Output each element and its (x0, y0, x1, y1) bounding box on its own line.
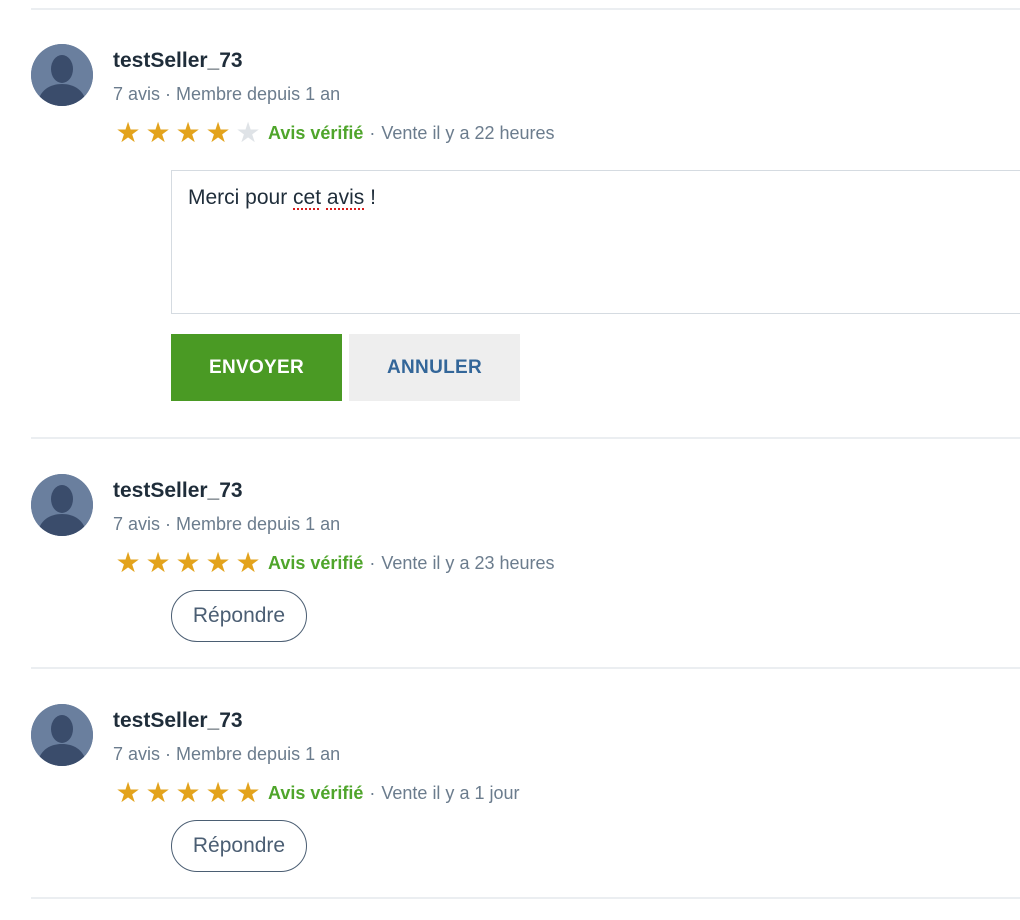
reply-text: Merci pour (188, 186, 294, 209)
star-icon: ★ (175, 546, 201, 579)
rating-row: ★ ★ ★ ★ ★ Avis vérifié · Vente il y a 1 … (113, 778, 519, 808)
reply-button[interactable]: Répondre (171, 820, 307, 872)
send-button[interactable]: ENVOYER (171, 334, 342, 401)
divider (31, 437, 1020, 439)
star-rating: ★ ★ ★ ★ ★ (113, 119, 263, 147)
sale-time: Vente il y a 22 heures (381, 122, 555, 143)
star-icon: ★ (235, 776, 261, 809)
reply-button[interactable]: Répondre (171, 590, 307, 642)
star-icon: ★ (205, 116, 231, 149)
divider (31, 667, 1020, 669)
reply-text-misspelled: cet (293, 186, 322, 209)
reply-textarea[interactable]: Merci pour cet avis ! (171, 170, 1020, 314)
star-icon: ★ (205, 546, 231, 579)
reply-text-misspelled: avis (326, 186, 365, 209)
star-icon: ★ (175, 116, 201, 149)
avatar-icon[interactable] (31, 704, 93, 766)
star-icon: ★ (145, 546, 171, 579)
verified-label: Avis vérifié (268, 122, 364, 143)
divider (31, 897, 1020, 899)
star-icon: ★ (115, 776, 141, 809)
star-icon: ★ (115, 546, 141, 579)
star-rating: ★ ★ ★ ★ ★ (113, 779, 263, 807)
star-icon: ★ (145, 116, 171, 149)
verified-label: Avis vérifié (268, 552, 364, 573)
reviewer-name[interactable]: testSeller_73 (113, 49, 243, 73)
avatar-icon[interactable] (31, 44, 93, 106)
verified-label: Avis vérifié (268, 782, 364, 803)
separator: · (369, 782, 376, 803)
avatar-icon[interactable] (31, 474, 93, 536)
rating-row: ★ ★ ★ ★ ★ Avis vérifié · Vente il y a 23… (113, 548, 555, 578)
reviewer-meta: 7 avis · Membre depuis 1 an (113, 514, 341, 534)
separator: · (369, 552, 376, 573)
star-empty-icon: ★ (235, 116, 261, 149)
rating-row: ★ ★ ★ ★ ★ Avis vérifié · Vente il y a 22… (113, 118, 555, 148)
star-icon: ★ (145, 776, 171, 809)
star-icon: ★ (175, 776, 201, 809)
star-icon: ★ (235, 546, 261, 579)
reviewer-name[interactable]: testSeller_73 (113, 709, 243, 733)
reviewer-meta: 7 avis · Membre depuis 1 an (113, 84, 341, 104)
star-rating: ★ ★ ★ ★ ★ (113, 549, 263, 577)
separator: · (369, 122, 376, 143)
sale-time: Vente il y a 1 jour (381, 782, 520, 803)
reply-text: ! (364, 186, 376, 209)
star-icon: ★ (115, 116, 141, 149)
divider-top (31, 8, 1020, 10)
star-icon: ★ (205, 776, 231, 809)
reviewer-meta: 7 avis · Membre depuis 1 an (113, 744, 341, 764)
cancel-button[interactable]: ANNULER (349, 334, 520, 401)
sale-time: Vente il y a 23 heures (381, 552, 555, 573)
reviewer-name[interactable]: testSeller_73 (113, 479, 243, 503)
